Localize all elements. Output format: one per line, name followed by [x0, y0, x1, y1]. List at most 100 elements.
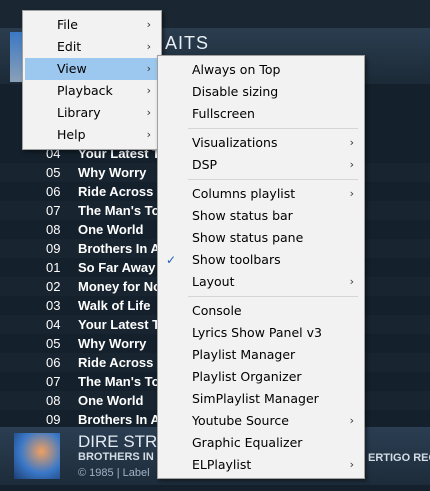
menu-item-label: Fullscreen — [192, 106, 255, 121]
chevron-right-icon: › — [349, 275, 354, 288]
track-number: 01 — [46, 260, 61, 275]
menu-item-show-toolbars[interactable]: ✓ Show toolbars — [160, 249, 362, 271]
menu-item-label: Disable sizing — [192, 84, 279, 99]
menu-item-label: DSP — [192, 157, 218, 172]
menu-item-label: Playlist Manager — [192, 347, 296, 362]
track-title: Money for No — [78, 279, 158, 294]
menu-item-label: Layout — [192, 274, 235, 289]
track-title: One World — [78, 393, 144, 408]
menu-item-file[interactable]: File › — [25, 14, 159, 36]
track-number: 03 — [46, 298, 61, 313]
chevron-right-icon: › — [146, 106, 151, 119]
footer-artist: DIRE STR — [78, 432, 158, 451]
chevron-right-icon: › — [146, 128, 151, 141]
menu-item-graphic-equalizer[interactable]: Graphic Equalizer — [160, 432, 362, 454]
chevron-right-icon: › — [349, 414, 354, 427]
menu-separator — [188, 296, 358, 297]
menu-separator — [188, 179, 358, 180]
track-number: 02 — [46, 279, 61, 294]
menu-item-label: Library — [57, 105, 101, 120]
track-title: Brothers In A — [78, 241, 158, 256]
menu-item-label: Visualizations — [192, 135, 278, 150]
track-title: The Man's To — [78, 374, 158, 389]
chevron-right-icon: › — [349, 458, 354, 471]
menu-item-playback[interactable]: Playback › — [25, 80, 159, 102]
footer-copyright: © 1985 | Label — [78, 467, 150, 479]
menu-item-label: Show toolbars — [192, 252, 281, 267]
track-number: 06 — [46, 355, 61, 370]
checkmark-icon: ✓ — [166, 253, 177, 267]
menu-item-label: Always on Top — [192, 62, 281, 77]
menu-item-label: SimPlaylist Manager — [192, 391, 319, 406]
track-number: 09 — [46, 241, 61, 256]
chevron-right-icon: › — [146, 84, 151, 97]
menu-item-label: Show status pane — [192, 230, 304, 245]
playlist-bottom-row — [0, 486, 430, 491]
chevron-right-icon: › — [349, 136, 354, 149]
track-number: 04 — [46, 317, 61, 332]
menu-item-lyrics-show-panel-v3[interactable]: Lyrics Show Panel v3 — [160, 322, 362, 344]
track-number: 05 — [46, 336, 61, 351]
menu-item-elplaylist[interactable]: ELPlaylist › — [160, 454, 362, 476]
view-submenu: Always on Top Disable sizing Fullscreen Vis… — [157, 55, 365, 479]
menu-item-youtube-source[interactable]: Youtube Source › — [160, 410, 362, 432]
album-header-title: AITS — [165, 33, 210, 53]
track-number: 08 — [46, 393, 61, 408]
menu-item-label: View — [57, 61, 87, 76]
track-number: 07 — [46, 203, 61, 218]
chevron-right-icon: › — [349, 158, 354, 171]
menu-item-visualizations[interactable]: Visualizations › — [160, 132, 362, 154]
track-title: The Man's To — [78, 203, 158, 218]
track-title: Walk of Life — [78, 298, 151, 313]
menu-item-label: Graphic Equalizer — [192, 435, 303, 450]
menu-item-playlist-manager[interactable]: Playlist Manager — [160, 344, 362, 366]
menu-item-fullscreen[interactable]: Fullscreen — [160, 103, 362, 125]
menu-item-edit[interactable]: Edit › — [25, 36, 159, 58]
menu-item-label: Show status bar — [192, 208, 293, 223]
track-title: Ride Across T — [78, 184, 158, 199]
menu-item-label: Columns playlist — [192, 186, 296, 201]
chevron-right-icon: › — [146, 40, 151, 53]
menu-item-show-status-pane[interactable]: Show status pane — [160, 227, 362, 249]
chevron-right-icon: › — [146, 62, 151, 75]
track-title: So Far Away — [78, 260, 156, 275]
menu-item-label: ELPlaylist — [192, 457, 252, 472]
track-number: 05 — [46, 165, 61, 180]
menu-item-disable-sizing[interactable]: Disable sizing — [160, 81, 362, 103]
track-number: 08 — [46, 222, 61, 237]
menu-item-always-on-top[interactable]: Always on Top — [160, 59, 362, 81]
footer-album-art — [14, 433, 60, 479]
menu-item-columns-playlist[interactable]: Columns playlist › — [160, 183, 362, 205]
track-number: 07 — [46, 374, 61, 389]
menu-item-show-status-bar[interactable]: Show status bar — [160, 205, 362, 227]
menu-item-library[interactable]: Library › — [25, 102, 159, 124]
menu-item-layout[interactable]: Layout › — [160, 271, 362, 293]
track-title: Brothers In A — [78, 412, 158, 427]
track-title: Ride Across T — [78, 355, 158, 370]
footer-record-label: ERTIGO RECO — [368, 452, 430, 464]
menu-item-dsp[interactable]: DSP › — [160, 154, 362, 176]
menu-item-playlist-organizer[interactable]: Playlist Organizer — [160, 366, 362, 388]
menu-item-label: File — [57, 17, 78, 32]
menu-item-help[interactable]: Help › — [25, 124, 159, 146]
track-title: Why Worry — [78, 336, 147, 351]
menu-item-simplaylist-manager[interactable]: SimPlaylist Manager — [160, 388, 362, 410]
menu-item-label: Playlist Organizer — [192, 369, 302, 384]
track-title: Your Latest T — [78, 317, 158, 332]
menu-item-label: Playback — [57, 83, 113, 98]
track-number: 06 — [46, 184, 61, 199]
menu-item-label: Youtube Source — [192, 413, 289, 428]
menu-item-console[interactable]: Console — [160, 300, 362, 322]
menu-item-label: Edit — [57, 39, 82, 54]
chevron-right-icon: › — [146, 18, 151, 31]
menu-item-label: Lyrics Show Panel v3 — [192, 325, 322, 340]
menu-separator — [188, 128, 358, 129]
main-menu: File › Edit › View › Playback › Library › Help › — [22, 10, 162, 150]
track-title: Why Worry — [78, 165, 147, 180]
track-number: 09 — [46, 412, 61, 427]
menu-item-view[interactable]: View › — [25, 58, 159, 80]
chevron-right-icon: › — [349, 187, 354, 200]
menu-item-label: Help — [57, 127, 86, 142]
track-title: One World — [78, 222, 144, 237]
footer-album-title: BROTHERS IN — [78, 451, 154, 463]
